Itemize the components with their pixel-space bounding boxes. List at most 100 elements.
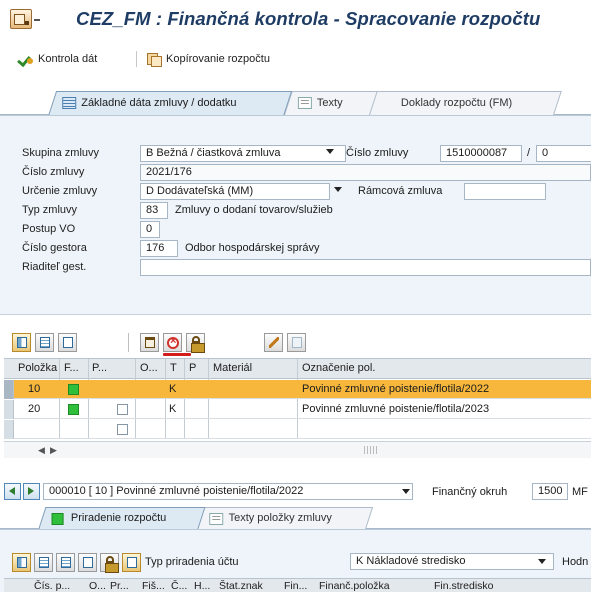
arrow-right-icon [28,487,34,495]
row-riaditel: Riaditeľ gest. [0,258,591,277]
scroll-right-icon[interactable]: ▶ [50,445,57,456]
tab-doklady-rozpoctu[interactable]: Doklady rozpočtu (FM) [368,91,562,115]
copy-budget-button[interactable]: Kopírovanie rozpočtu [146,52,270,67]
row-checkbox[interactable] [117,424,128,435]
col-o[interactable]: O... [140,362,158,374]
contract-header-panel: Skupina zmluvy B Bežná / čiastková zmluv… [0,115,591,315]
edit-button[interactable] [264,333,283,352]
col-c[interactable]: Č... [171,580,187,592]
deselect-button[interactable] [58,333,77,352]
typ-zmluvy-text: Zmluvy o dodaní tovarov/služieb [175,204,333,216]
tab-texty[interactable]: Texty [284,91,378,115]
cislo-zmluvy-number-field[interactable]: 1510000087 [440,145,522,162]
col-pr[interactable]: Pr... [110,580,129,592]
chevron-down-icon[interactable] [326,149,334,154]
row-skupina: Skupina zmluvy B Bežná / čiastková zmluv… [0,144,591,163]
horizontal-scrollbar[interactable]: ◀ ▶ [4,441,591,458]
scroll-left-icon[interactable]: ◀ [38,445,45,456]
col-financ-polozka[interactable]: Finanč.položka [319,580,390,592]
next-item-button[interactable] [23,483,40,500]
hodn-label: Hodn [562,556,589,568]
select-block-icon [39,557,49,568]
item-tabstrip: Texty položky zmluvy Priradenie rozpočtu [0,505,591,530]
typ-zmluvy-field[interactable]: 83 [140,202,168,219]
fin-okruh-field[interactable]: 1500 [532,483,568,500]
tab-zakladne-data[interactable]: Základné dáta zmluvy / dodatku [48,91,293,116]
status-green-icon [68,384,79,395]
col-oznacenie[interactable]: Označenie pol. [302,362,375,374]
typ-priradenia-label: Typ priradenia účtu [145,556,239,568]
budget-assignment-panel: Typ priradenia účtu K Nákladové stredisk… [0,529,591,592]
riaditel-gest-field[interactable] [140,259,591,276]
typ-priradenia-dropdown[interactable]: K Nákladové stredisko [350,553,554,570]
col-o[interactable]: O... [89,580,106,592]
row-postup-vo: Postup VO 0 [0,220,591,239]
row-selector[interactable] [4,380,14,399]
insert-button[interactable] [287,333,306,352]
cell-t: K [169,403,177,415]
col-stat-znak[interactable]: Štat.znak [219,580,263,592]
row-selector[interactable] [4,400,14,419]
previous-item-button[interactable] [4,483,21,500]
chevron-down-icon[interactable] [334,187,342,192]
row-cislo-gestora: Číslo gestora 176 Odbor hospodárskej spr… [0,239,591,258]
postup-vo-label: Postup VO [22,223,76,235]
table-row[interactable]: 10 K Povinné zmluvné poistenie/flotila/2… [4,380,591,399]
col-cis-p[interactable]: Čís. p... [34,580,70,592]
item-dropdown[interactable]: 000010 [ 10 ] Povinné zmluvné poistenie/… [43,483,413,500]
chevron-down-icon[interactable] [538,559,546,564]
select-block-button[interactable] [34,553,53,572]
unlock-item-button[interactable] [186,333,205,353]
deselect-button[interactable] [78,553,97,572]
trash-icon [145,337,155,348]
cislo-zmluvy-version-field[interactable]: 0 [536,145,591,162]
item-selector-bar: 000010 [ 10 ] Povinné zmluvné poistenie/… [0,480,591,504]
chevron-down-icon[interactable] [402,489,410,494]
tab-texty-polozky[interactable]: Texty položky zmluvy [196,507,374,529]
col-p1[interactable]: P... [92,362,107,374]
col-f[interactable]: F... [64,362,79,374]
deselect-icon [63,337,73,348]
col-fin-stredisko[interactable]: Fin.stredisko [434,580,494,592]
status-green-icon [68,404,79,415]
col-fis[interactable]: Fiš... [142,580,165,592]
ramcova-zmluva-field[interactable] [464,183,546,200]
text-icon [209,513,224,525]
select-all-button[interactable] [12,553,31,572]
col-t[interactable]: T [170,362,177,374]
delete-row-button[interactable] [140,333,159,352]
tab-priradenie-rozpoctu[interactable]: Priradenie rozpočtu [38,507,206,530]
check-data-label: Kontrola dát [38,53,98,65]
menu-dropdown-icon[interactable] [34,18,40,21]
unlock-button[interactable] [100,553,119,573]
row-selector[interactable] [4,420,14,439]
items-table: Položka F... P... O... T P Materiál Ozna… [4,358,591,468]
postup-vo-field[interactable]: 0 [140,221,160,238]
form-icon [62,97,77,109]
sap-menu-icon[interactable] [10,9,32,29]
cell-oznacenie: Povinné zmluvné poistenie/flotila/2023 [302,403,490,415]
col-polozka[interactable]: Položka [18,362,57,374]
cislo-zmluvy-field[interactable]: 2021/176 [140,164,591,181]
text-icon [297,97,312,109]
select-all-button[interactable] [12,333,31,352]
table-row-empty[interactable] [4,420,591,439]
cislo-gestora-field[interactable]: 176 [140,240,178,257]
ramcova-zmluva-label: Rámcová zmluva [358,185,443,197]
scroll-grip-icon [364,446,378,454]
cancel-item-button[interactable] [163,333,182,352]
table-row[interactable]: 20 K Povinné zmluvné poistenie/flotila/2… [4,400,591,419]
col-h[interactable]: H... [194,580,210,592]
select-columns-button[interactable] [56,553,75,572]
check-icon [18,52,34,66]
col-p2[interactable]: P [189,362,196,374]
col-fin[interactable]: Fin... [284,580,307,592]
slash-separator: / [527,147,531,159]
check-data-button[interactable]: Kontrola dát [18,52,97,66]
row-checkbox[interactable] [117,404,128,415]
urcenie-dropdown[interactable]: D Dodávateľská (MM) [140,183,330,200]
skupina-dropdown[interactable]: B Bežná / čiastková zmluva [140,145,346,162]
col-material[interactable]: Materiál [213,362,252,374]
select-block-button[interactable] [35,333,54,352]
account-assignment-button[interactable] [122,553,141,572]
